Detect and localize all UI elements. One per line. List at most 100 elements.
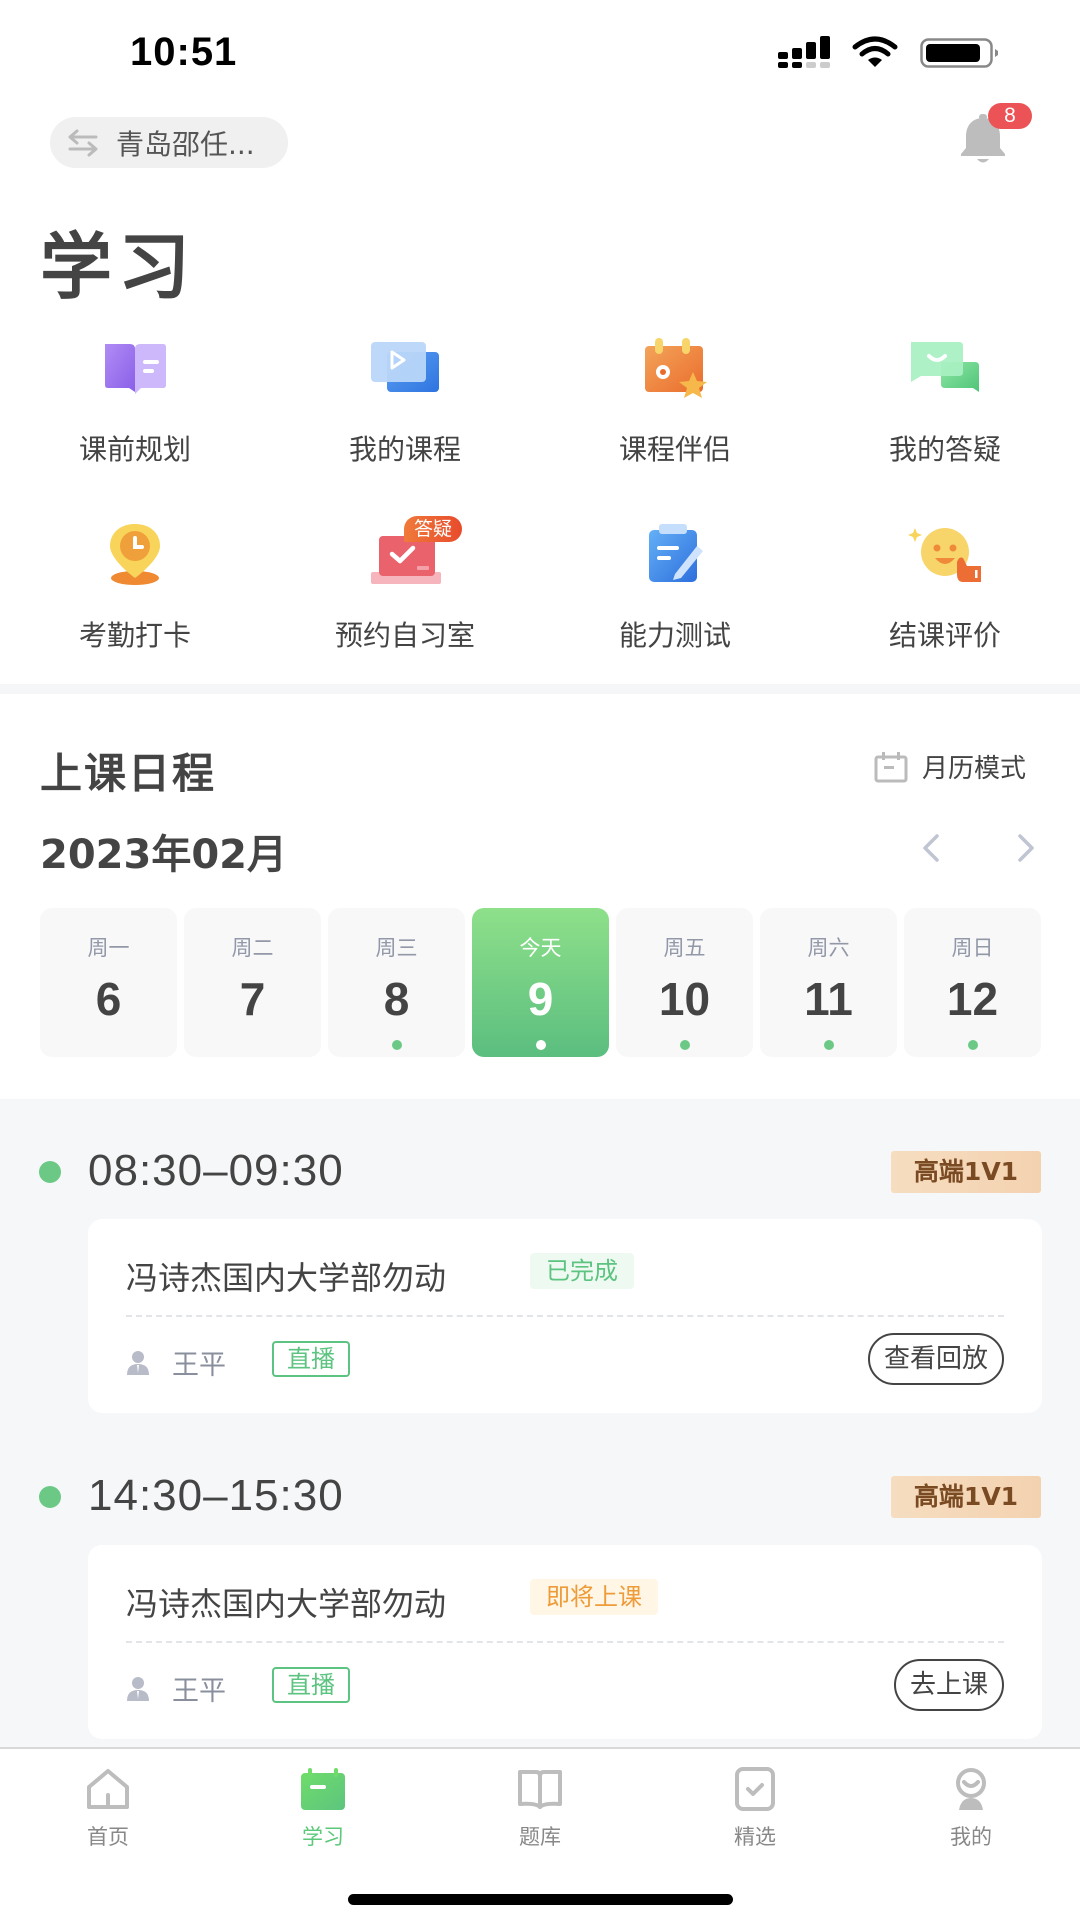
day-date: 11 bbox=[804, 973, 853, 1025]
menu-item-my-courses[interactable]: 我的课程 bbox=[270, 336, 540, 506]
video-play-icon bbox=[371, 342, 439, 392]
signal-icon bbox=[778, 36, 830, 68]
nav-item-featured[interactable]: 精选 bbox=[695, 1767, 815, 1851]
org-switch-button[interactable]: 青岛邵任... bbox=[50, 117, 288, 168]
day-date: 9 bbox=[527, 973, 554, 1025]
nav-label: 精选 bbox=[734, 1825, 776, 1849]
wifi-icon bbox=[852, 36, 898, 67]
class-indicator-dot bbox=[391, 1040, 402, 1050]
tier-badge: 高端1V1 bbox=[891, 1476, 1041, 1518]
menu-label: 能力测试 bbox=[618, 619, 731, 652]
status-time: 10:51 bbox=[130, 30, 238, 74]
home-indicator[interactable] bbox=[348, 1894, 733, 1905]
timeline-dot bbox=[39, 1486, 61, 1508]
calendar-mode-button[interactable]: 月历模式 bbox=[874, 748, 1026, 785]
menu-label: 课程伴侣 bbox=[618, 433, 731, 466]
chevron-right-icon[interactable] bbox=[1013, 833, 1039, 863]
menu-item-my-qa[interactable]: 我的答疑 bbox=[810, 336, 1080, 506]
menu-label: 考勤打卡 bbox=[78, 619, 191, 652]
lesson-time: 14:30–15:30 bbox=[88, 1471, 344, 1520]
live-tag: 直播 bbox=[272, 1341, 350, 1377]
clipboard-pen-icon bbox=[649, 524, 703, 582]
menu-item-attendance[interactable]: 考勤打卡 bbox=[0, 522, 270, 692]
lesson-title: 冯诗杰国内大学部勿动 bbox=[126, 1585, 447, 1623]
timeline-dot bbox=[39, 1161, 61, 1183]
menu-item-course-review[interactable]: 结课评价 bbox=[810, 522, 1080, 692]
menu-label: 课前规划 bbox=[78, 433, 191, 466]
menu-item-book-study-room[interactable]: 预约自习室 bbox=[270, 522, 540, 692]
teacher-name: 王平 bbox=[172, 1676, 226, 1707]
teacher-name: 王平 bbox=[172, 1350, 226, 1381]
day-date: 12 bbox=[946, 973, 999, 1025]
class-indicator-dot bbox=[823, 1040, 834, 1050]
join-class-button[interactable]: 去上课 bbox=[893, 1659, 1004, 1711]
day-card[interactable]: 周六 11 bbox=[760, 908, 897, 1057]
battery-icon bbox=[920, 38, 998, 68]
swap-arrows-icon bbox=[68, 129, 98, 156]
chevron-left-icon[interactable] bbox=[918, 833, 944, 863]
view-replay-button[interactable]: 查看回放 bbox=[867, 1333, 1004, 1385]
live-tag: 直播 bbox=[272, 1667, 350, 1703]
menu-label: 我的课程 bbox=[348, 433, 461, 466]
section-divider bbox=[0, 684, 1080, 694]
calendar-mode-label: 月历模式 bbox=[922, 754, 1027, 784]
menu-label: 结课评价 bbox=[888, 619, 1001, 652]
nav-label: 学习 bbox=[302, 1825, 344, 1849]
day-weekday: 周日 bbox=[951, 936, 994, 960]
day-card[interactable]: 周二 7 bbox=[184, 908, 321, 1057]
nav-label: 题库 bbox=[519, 1825, 561, 1849]
study-calendar-icon bbox=[301, 1768, 345, 1810]
menu-item-pre-class-plan[interactable]: 课前规划 bbox=[0, 336, 270, 506]
menu-item-course-companion[interactable]: 课程伴侣 bbox=[540, 336, 810, 506]
class-indicator-dot bbox=[967, 1040, 978, 1050]
nav-item-home[interactable]: 首页 bbox=[48, 1767, 168, 1851]
notification-badge: 8 bbox=[988, 103, 1032, 129]
day-weekday: 今天 bbox=[519, 936, 562, 960]
day-weekday: 周二 bbox=[231, 936, 274, 960]
class-indicator-dot bbox=[535, 1040, 546, 1050]
nav-label: 首页 bbox=[87, 1825, 129, 1849]
lesson-card[interactable]: 冯诗杰国内大学部勿动 即将上课 王平 直播 去上课 bbox=[88, 1545, 1042, 1739]
day-date: 7 bbox=[239, 973, 266, 1025]
day-card-today[interactable]: 今天 9 bbox=[472, 908, 609, 1057]
day-card[interactable]: 周五 10 bbox=[616, 908, 753, 1057]
menu-label: 我的答疑 bbox=[888, 433, 1001, 466]
nav-item-question-bank[interactable]: 题库 bbox=[480, 1767, 600, 1851]
schedule-title: 上课日程 bbox=[40, 749, 217, 798]
day-weekday: 周三 bbox=[375, 936, 418, 960]
tier-badge: 高端1V1 bbox=[891, 1151, 1041, 1193]
lesson-time: 08:30–09:30 bbox=[88, 1146, 344, 1195]
class-indicator-dot bbox=[679, 1040, 690, 1050]
open-book-icon bbox=[105, 344, 166, 394]
day-card[interactable]: 周三 8 bbox=[328, 908, 465, 1057]
menu-label: 预约自习室 bbox=[334, 619, 475, 652]
checkbox-icon bbox=[735, 1767, 775, 1811]
lesson-title: 冯诗杰国内大学部勿动 bbox=[126, 1259, 447, 1297]
person-icon bbox=[127, 1351, 149, 1375]
qa-badge: 答疑 bbox=[404, 516, 463, 542]
home-icon bbox=[87, 1769, 129, 1809]
location-clock-icon bbox=[110, 524, 160, 585]
calendar-icon bbox=[874, 751, 908, 782]
day-card[interactable]: 周日 12 bbox=[904, 908, 1041, 1057]
lesson-card[interactable]: 冯诗杰国内大学部勿动 已完成 王平 直播 查看回放 bbox=[88, 1219, 1042, 1413]
org-name: 青岛邵任... bbox=[116, 127, 255, 161]
day-weekday: 周一 bbox=[87, 936, 130, 960]
chat-bubbles-icon bbox=[911, 342, 979, 392]
day-card[interactable]: 周一 6 bbox=[40, 908, 177, 1057]
person-icon bbox=[127, 1677, 149, 1701]
status-badge: 已完成 bbox=[530, 1253, 634, 1289]
menu-item-ability-test[interactable]: 能力测试 bbox=[540, 522, 810, 692]
nav-item-study[interactable]: 学习 bbox=[263, 1767, 383, 1851]
nav-item-profile[interactable]: 我的 bbox=[911, 1767, 1031, 1851]
profile-icon bbox=[956, 1768, 986, 1810]
page-title: 学习 bbox=[40, 225, 197, 309]
smiley-thumbs-up-icon bbox=[908, 528, 981, 582]
divider bbox=[126, 1315, 1004, 1317]
book-icon bbox=[518, 1770, 562, 1809]
day-date: 10 bbox=[658, 973, 711, 1025]
month-label: 2023年02月 bbox=[40, 832, 287, 878]
status-badge: 即将上课 bbox=[530, 1579, 658, 1615]
day-weekday: 周六 bbox=[807, 936, 850, 960]
day-date: 8 bbox=[383, 973, 410, 1025]
